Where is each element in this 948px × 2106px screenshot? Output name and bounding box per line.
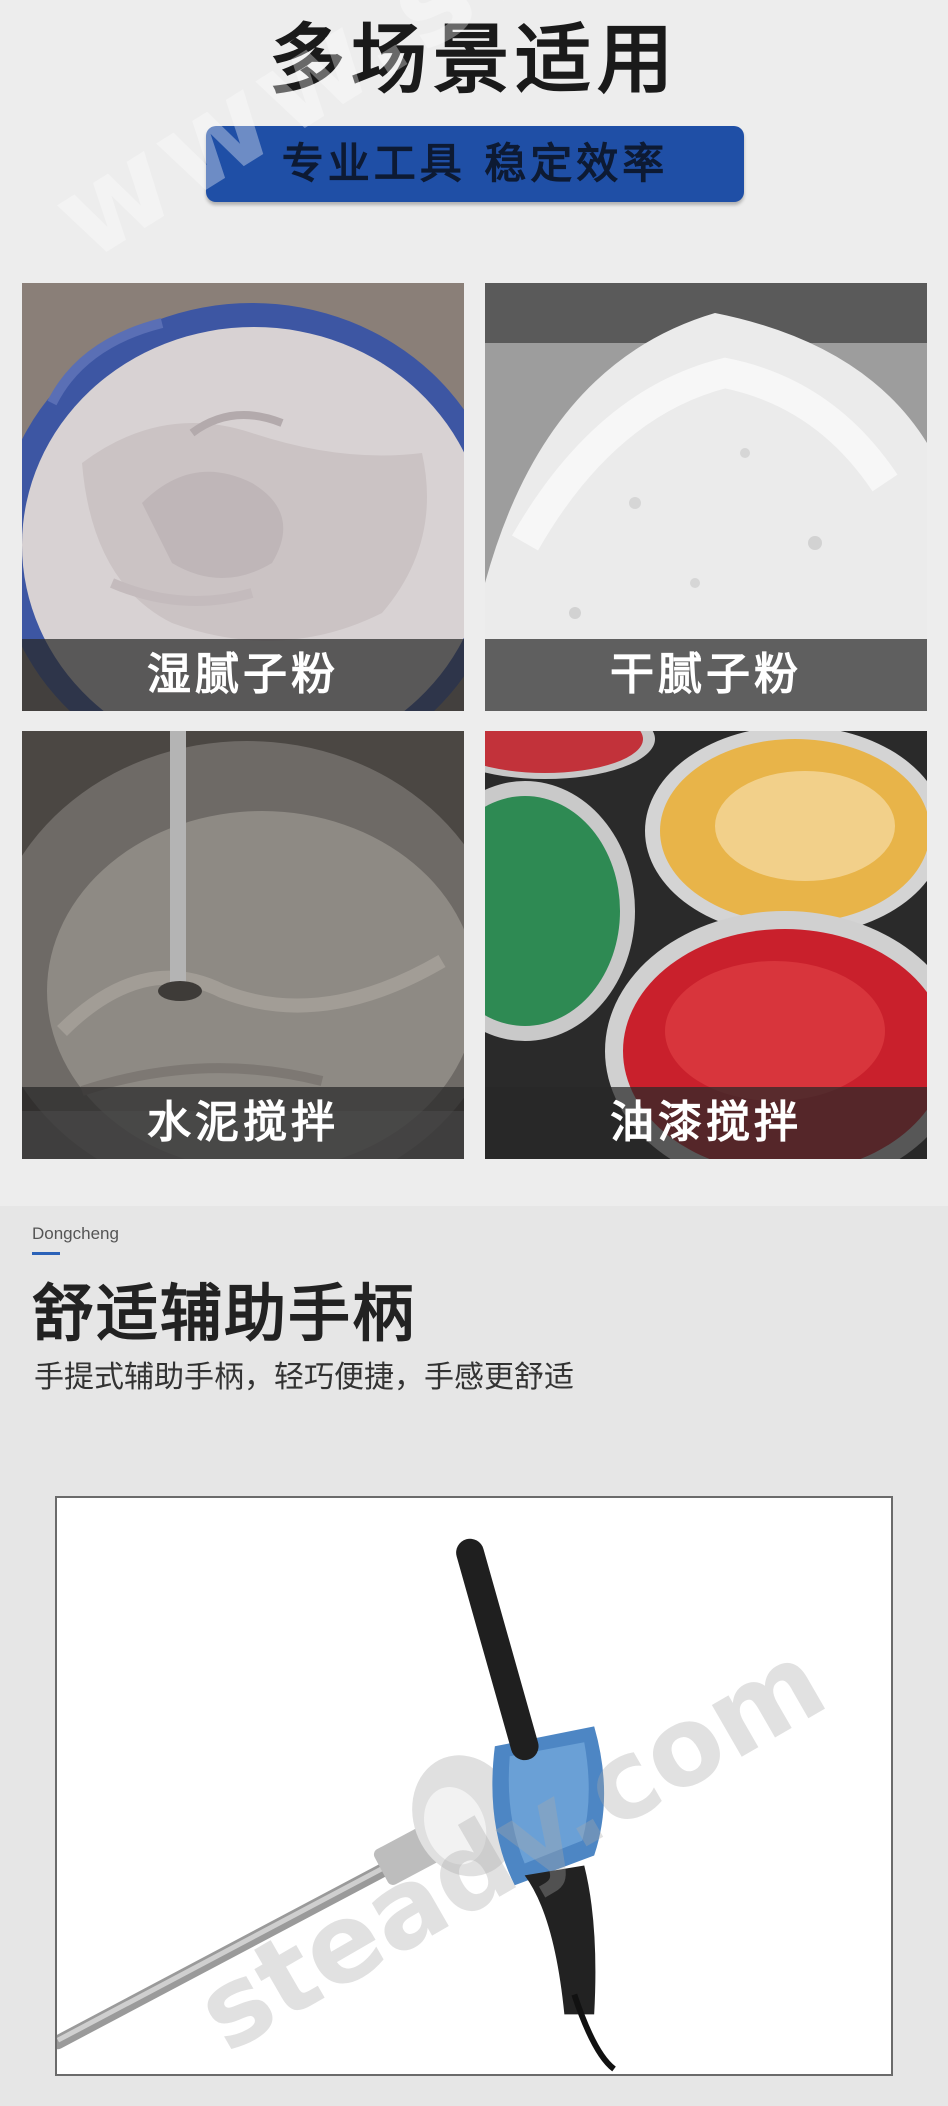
handle-title: 舒适辅助手柄 xyxy=(32,1277,417,1350)
scenario-card-dry-putty: 干腻子粉 xyxy=(485,283,927,711)
mixer-drill-image: steady.com xyxy=(57,1498,891,2074)
scenario-caption: 湿腻子粉 xyxy=(22,639,464,711)
product-photo-frame: steady.com xyxy=(55,1496,893,2076)
handle-subtitle: 手提式辅助手柄，轻巧便捷，手感更舒适 xyxy=(34,1360,574,1395)
scenario-card-paint: 油漆搅拌 xyxy=(485,731,927,1159)
scenario-label: 水泥搅拌 xyxy=(147,1097,339,1148)
scenario-caption: 油漆搅拌 xyxy=(485,1087,927,1159)
scenario-caption: 水泥搅拌 xyxy=(22,1087,464,1159)
section-title: 多场景适用 xyxy=(269,15,679,104)
scenario-caption: 干腻子粉 xyxy=(485,639,927,711)
tagline-text: 专业工具 稳定效率 xyxy=(281,139,669,188)
scenario-label: 油漆搅拌 xyxy=(610,1097,802,1148)
scenario-label: 湿腻子粉 xyxy=(147,649,339,700)
brand-underline xyxy=(32,1252,60,1255)
scenarios-section: 多场景适用 专业工具 稳定效率 湿腻子粉 干腻子粉 水泥搅拌 油漆搅拌 xyxy=(0,0,948,1206)
brand-label: Dongcheng xyxy=(32,1224,119,1243)
scenario-card-cement: 水泥搅拌 xyxy=(22,731,464,1159)
tagline-banner: 专业工具 稳定效率 xyxy=(206,126,744,202)
scenario-label: 干腻子粉 xyxy=(610,649,802,700)
scenario-card-wet-putty: 湿腻子粉 xyxy=(22,283,464,711)
handle-section: Dongcheng 舒适辅助手柄 手提式辅助手柄，轻巧便捷，手感更舒适 stea… xyxy=(0,1206,948,2106)
